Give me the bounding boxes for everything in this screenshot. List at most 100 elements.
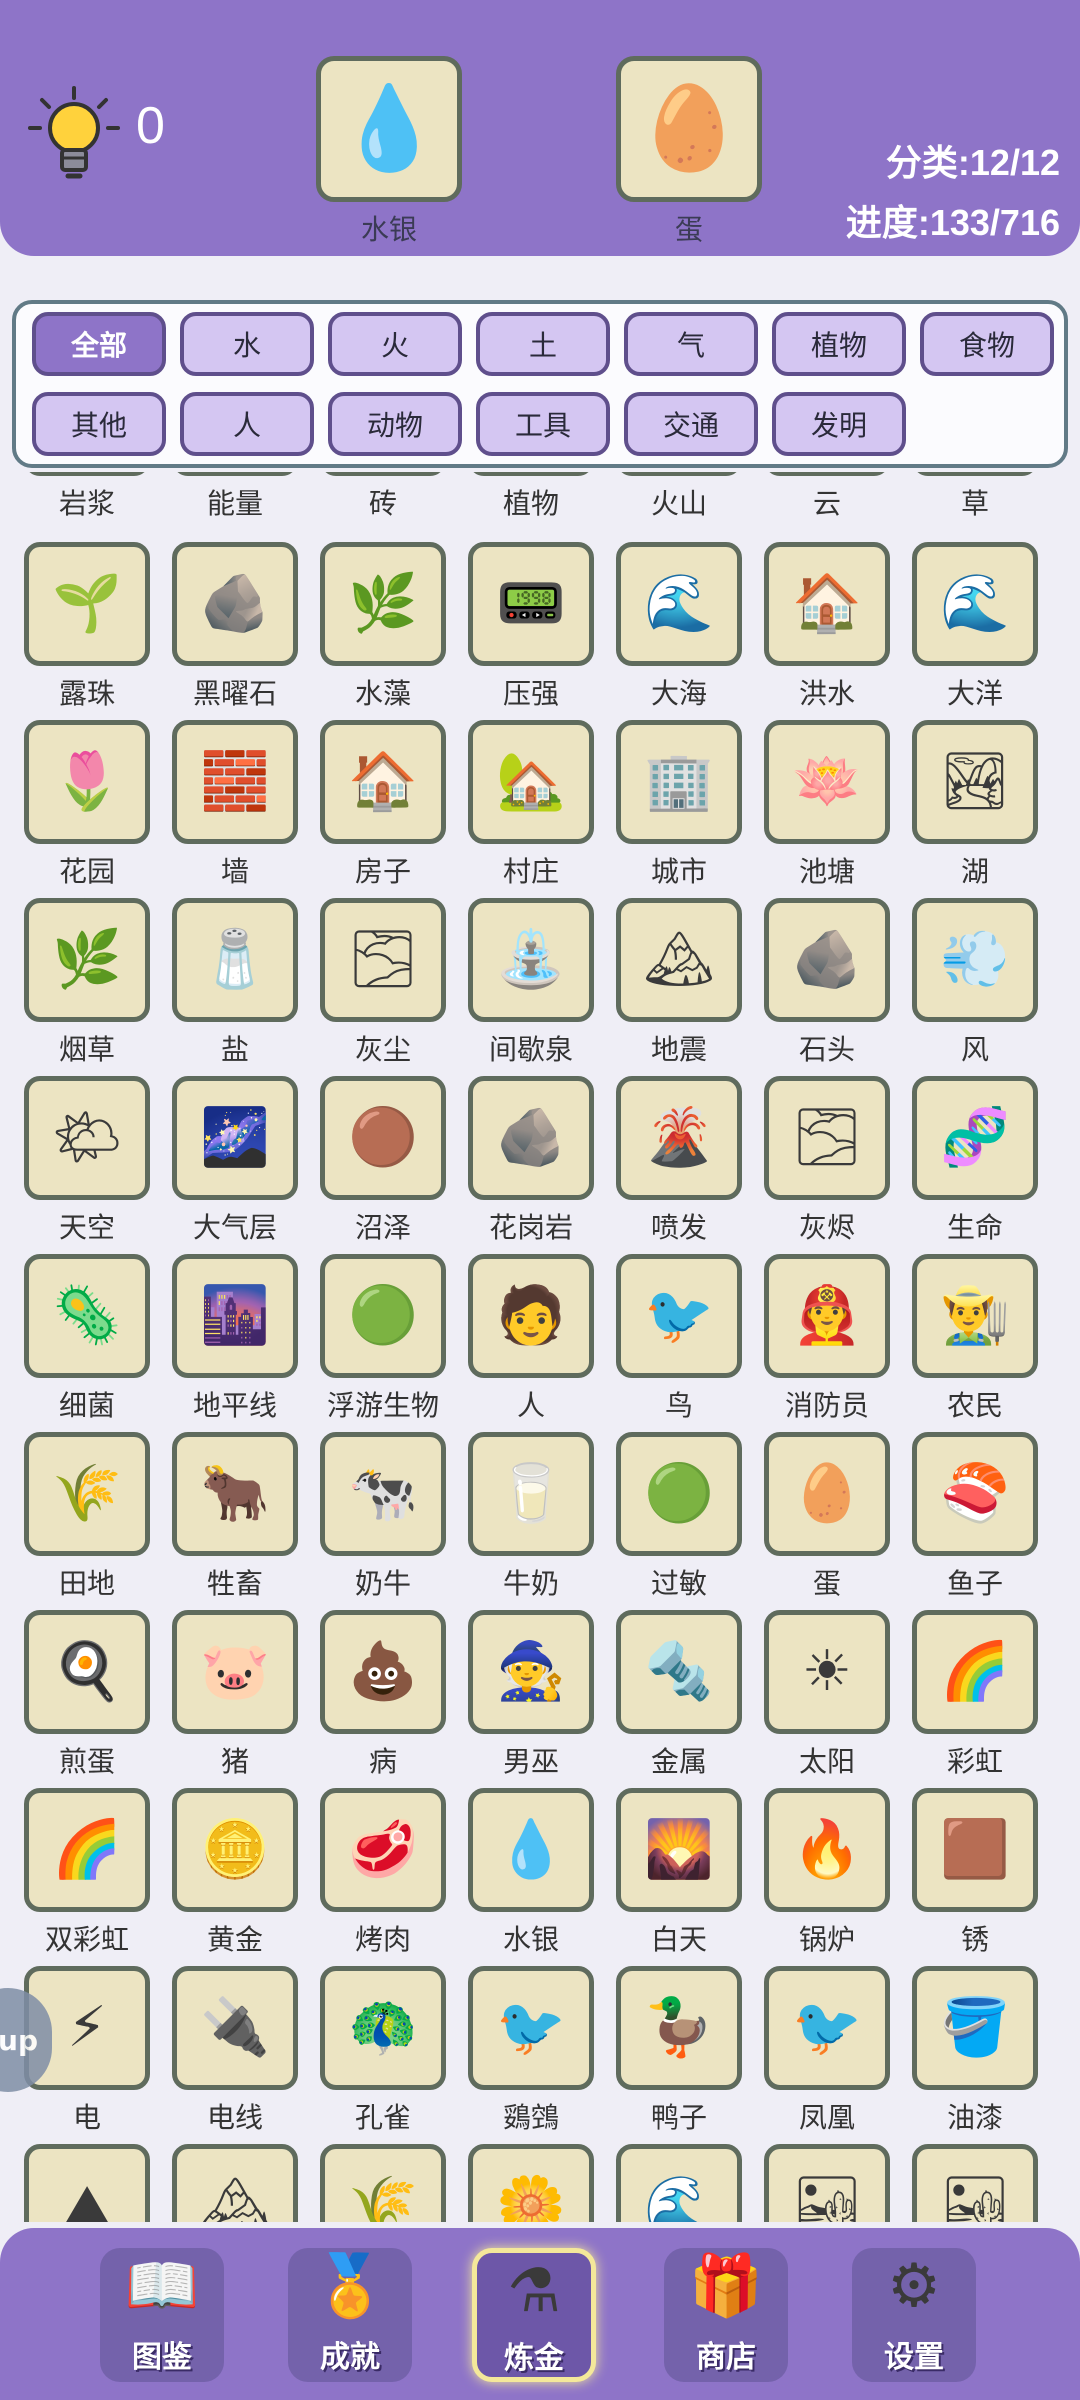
nav-flask[interactable]: ⚗ 炼金 bbox=[472, 2248, 596, 2382]
element-card[interactable]: 🏔 地震 bbox=[605, 898, 753, 1068]
element-card[interactable]: 🌾 bbox=[309, 2144, 457, 2222]
element-card[interactable]: 🌤 天空 bbox=[13, 1076, 161, 1246]
element-card[interactable]: 🐷 猪 bbox=[161, 1610, 309, 1780]
element-card[interactable]: 📟 压强 bbox=[457, 542, 605, 712]
element-card[interactable]: 🧂 盐 bbox=[161, 898, 309, 1068]
element-card[interactable]: 🏞 湖 bbox=[901, 720, 1049, 890]
element-card[interactable]: 🏠 房子 bbox=[309, 720, 457, 890]
element-card[interactable]: 🌌 大气层 bbox=[161, 1076, 309, 1246]
category-tab[interactable]: 火 bbox=[328, 312, 462, 376]
combine-slot-1[interactable]: 💧 bbox=[316, 56, 462, 202]
nav-medal[interactable]: 🏅 成就 bbox=[288, 2248, 412, 2382]
category-tab[interactable]: 人 bbox=[180, 392, 314, 456]
category-tab[interactable]: 其他 bbox=[32, 392, 166, 456]
element-card[interactable]: ⛲ 间歇泉 bbox=[457, 898, 605, 1068]
nav-gear[interactable]: ⚙ 设置 bbox=[852, 2248, 976, 2382]
element-card[interactable]: 🧱 墙 bbox=[161, 720, 309, 890]
category-tab[interactable]: 气 bbox=[624, 312, 758, 376]
element-card[interactable]: ☀ 太阳 bbox=[753, 1610, 901, 1780]
element-card[interactable]: 💩 病 bbox=[309, 1610, 457, 1780]
volcano-icon: 🌋 bbox=[616, 472, 742, 476]
element-card[interactable]: 🌋 岩浆 bbox=[13, 472, 161, 522]
element-card[interactable]: 🪨 花岗岩 bbox=[457, 1076, 605, 1246]
category-tab[interactable]: 土 bbox=[476, 312, 610, 376]
category-tab[interactable]: 动物 bbox=[328, 392, 462, 456]
element-card[interactable]: 💨 风 bbox=[901, 898, 1049, 1068]
element-card[interactable]: 🟤 沼泽 bbox=[309, 1076, 457, 1246]
element-card[interactable]: 🧙 男巫 bbox=[457, 1610, 605, 1780]
element-card[interactable]: 🌊 bbox=[605, 2144, 753, 2222]
element-card[interactable]: 🏠 洪水 bbox=[753, 542, 901, 712]
element-card[interactable]: 👨‍🌾 农民 bbox=[901, 1254, 1049, 1424]
element-card[interactable]: 🪨 石头 bbox=[753, 898, 901, 1068]
element-card[interactable]: 🌿 水藻 bbox=[309, 542, 457, 712]
element-card[interactable]: 🪣 油漆 bbox=[901, 1966, 1049, 2136]
element-card[interactable]: 🌼 bbox=[457, 2144, 605, 2222]
category-tab[interactable]: 食物 bbox=[920, 312, 1054, 376]
element-card[interactable]: 🐄 奶牛 bbox=[309, 1432, 457, 1602]
category-tab[interactable]: 发明 bbox=[772, 392, 906, 456]
element-card[interactable]: 🐦 鸟 bbox=[605, 1254, 753, 1424]
element-card[interactable]: 🟢 浮游生物 bbox=[309, 1254, 457, 1424]
element-card[interactable]: ⚡ 能量 bbox=[161, 472, 309, 522]
element-card[interactable]: 🍣 鱼子 bbox=[901, 1432, 1049, 1602]
element-card[interactable]: 🌷 花园 bbox=[13, 720, 161, 890]
element-card[interactable]: 🪷 池塘 bbox=[753, 720, 901, 890]
element-card[interactable]: 🦆 鸭子 bbox=[605, 1966, 753, 2136]
element-card[interactable]: 🥛 牛奶 bbox=[457, 1432, 605, 1602]
element-card[interactable]: 🔌 电线 bbox=[161, 1966, 309, 2136]
category-tab[interactable]: 交通 bbox=[624, 392, 758, 456]
lightbulb-hint-icon[interactable] bbox=[24, 84, 124, 184]
combine-slot-2[interactable]: 🥚 bbox=[616, 56, 762, 202]
element-card[interactable]: 🏔 bbox=[161, 2144, 309, 2222]
element-card[interactable]: 🌄 白天 bbox=[605, 1788, 753, 1958]
element-card[interactable]: 🌱 植物 bbox=[457, 472, 605, 522]
element-card[interactable]: 🥚 蛋 bbox=[753, 1432, 901, 1602]
element-card[interactable]: 💧 水银 bbox=[457, 1788, 605, 1958]
element-card[interactable]: 🥩 烤肉 bbox=[309, 1788, 457, 1958]
element-card[interactable]: 👨‍🚒 消防员 bbox=[753, 1254, 901, 1424]
bottom-nav: 📖 图鉴 🏅 成就 ⚗ 炼金 🎁 商店 ⚙ 设置 bbox=[0, 2228, 1080, 2400]
element-card[interactable]: 🌱 露珠 bbox=[13, 542, 161, 712]
element-card[interactable]: 🌈 双彩虹 bbox=[13, 1788, 161, 1958]
element-card[interactable]: 🪙 黄金 bbox=[161, 1788, 309, 1958]
category-tab[interactable]: 全部 bbox=[32, 312, 166, 376]
element-card[interactable]: 🧬 生命 bbox=[901, 1076, 1049, 1246]
nav-gift[interactable]: 🎁 商店 bbox=[664, 2248, 788, 2382]
element-card[interactable]: 🌋 喷发 bbox=[605, 1076, 753, 1246]
category-tab[interactable]: 水 bbox=[180, 312, 314, 376]
element-card[interactable]: 🧑 人 bbox=[457, 1254, 605, 1424]
element-card[interactable]: 🏜 bbox=[753, 2144, 901, 2222]
element-card[interactable]: ⛰ bbox=[13, 2144, 161, 2222]
element-card[interactable]: 🪨 黑曜石 bbox=[161, 542, 309, 712]
element-card[interactable]: 🌫 灰尘 bbox=[309, 898, 457, 1068]
element-card[interactable]: 🟫 锈 bbox=[901, 1788, 1049, 1958]
element-card[interactable]: 🏡 村庄 bbox=[457, 720, 605, 890]
element-card[interactable]: 🐂 牲畜 bbox=[161, 1432, 309, 1602]
element-card[interactable]: 🌋 火山 bbox=[605, 472, 753, 522]
element-card[interactable]: 🌾 田地 bbox=[13, 1432, 161, 1602]
element-card[interactable]: 🌆 地平线 bbox=[161, 1254, 309, 1424]
element-card[interactable]: 🌿 烟草 bbox=[13, 898, 161, 1068]
element-card[interactable]: 🌊 大海 bbox=[605, 542, 753, 712]
element-card[interactable]: 🏢 城市 bbox=[605, 720, 753, 890]
element-card[interactable]: 🌊 大洋 bbox=[901, 542, 1049, 712]
element-card[interactable]: ☁云 bbox=[753, 472, 901, 522]
element-card[interactable]: 🐦 凤凰 bbox=[753, 1966, 901, 2136]
element-card[interactable]: 🐦 鵎鵼 bbox=[457, 1966, 605, 2136]
dew-icon: 🌱 bbox=[24, 542, 150, 666]
element-card[interactable]: 🌈 彩虹 bbox=[901, 1610, 1049, 1780]
element-card[interactable]: 🔩 金属 bbox=[605, 1610, 753, 1780]
element-card[interactable]: 🔥 锅炉 bbox=[753, 1788, 901, 1958]
element-card[interactable]: 🟢 过敏 bbox=[605, 1432, 753, 1602]
element-card[interactable]: 🍳 煎蛋 bbox=[13, 1610, 161, 1780]
category-tab[interactable]: 工具 bbox=[476, 392, 610, 456]
element-card[interactable]: 🦠 细菌 bbox=[13, 1254, 161, 1424]
element-card[interactable]: 🏜 bbox=[901, 2144, 1049, 2222]
element-card[interactable]: 🧱砖 bbox=[309, 472, 457, 522]
element-card[interactable]: 🦚 孔雀 bbox=[309, 1966, 457, 2136]
element-card[interactable]: 🌫 灰烬 bbox=[753, 1076, 901, 1246]
nav-encyclopedia-book[interactable]: 📖 图鉴 bbox=[100, 2248, 224, 2382]
element-card[interactable]: 🌿草 bbox=[901, 472, 1049, 522]
category-tab[interactable]: 植物 bbox=[772, 312, 906, 376]
